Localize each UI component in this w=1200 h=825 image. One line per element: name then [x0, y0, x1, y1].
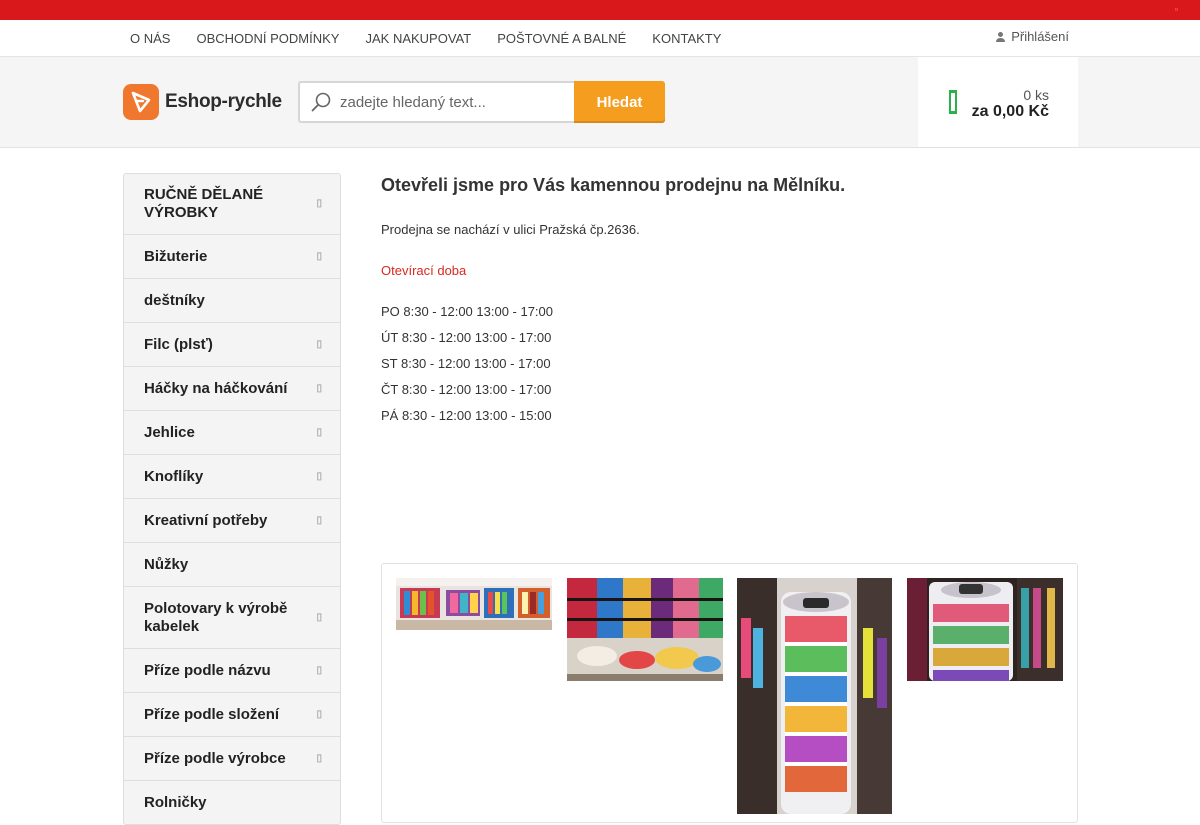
chevron-right-icon: ▯: [316, 470, 322, 482]
login-label: Přihlášení: [1011, 29, 1069, 44]
logo-icon: [123, 84, 159, 120]
sidebar-item-rucne-delane[interactable]: RUČNĚ DĚLANÉ VÝROBKY ▯: [124, 174, 340, 234]
hours-row-wednesday: ST 8:30 - 12:00 13:00 - 17:00: [381, 356, 551, 371]
sidebar-item-knofliky[interactable]: Knoflíky ▯: [124, 454, 340, 498]
user-icon: [996, 31, 1006, 42]
sidebar-item-hacky[interactable]: Háčky na háčkování ▯: [124, 366, 340, 410]
hours-row-monday: PO 8:30 - 12:00 13:00 - 17:00: [381, 304, 554, 319]
sidebar-item-jehlice[interactable]: Jehlice ▯: [124, 410, 340, 454]
logo-text: Eshop-rychle: [165, 91, 282, 112]
opening-hours-heading: Otevírací doba: [381, 263, 467, 278]
nav-item-jak-nakupovat[interactable]: JAK NAKUPOVAT: [352, 31, 484, 46]
cart-price: za 0,00 Kč: [971, 103, 1049, 120]
nav-item-kontakty[interactable]: KONTAKTY: [639, 31, 734, 46]
sidebar-item-label: RUČNĚ DĚLANÉ VÝROBKY: [144, 186, 264, 221]
chevron-right-icon: ▯: [316, 338, 322, 350]
cart-icon: [949, 90, 957, 114]
sidebar-item-label: Háčky na háčkování: [144, 380, 288, 397]
nav-item-postovne[interactable]: POŠTOVNÉ A BALNÉ: [484, 31, 639, 46]
chevron-right-icon: ▯: [316, 250, 322, 262]
chevron-right-icon: ▯: [316, 382, 322, 394]
hours-row-thursday: ČT 8:30 - 12:00 13:00 - 17:00: [381, 382, 552, 397]
sidebar-item-label: Bižuterie: [144, 248, 208, 265]
search-form: Hledat: [298, 81, 665, 123]
sidebar-item-label: Filc (plsť): [144, 336, 213, 353]
sidebar-item-label: Kreativní potřeby: [144, 512, 268, 529]
category-sidebar: RUČNĚ DĚLANÉ VÝROBKY ▯ Bižuterie ▯ deštník…: [123, 173, 341, 825]
sidebar-item-label: Rolničky: [144, 794, 207, 811]
cart-widget[interactable]: 0 ks za 0,00 Kč: [918, 57, 1078, 147]
nav-item-o-nas[interactable]: O NÁS: [117, 31, 183, 46]
site-header: Eshop-rychle Hledat 0 ks za 0,00 Kč: [0, 57, 1200, 148]
close-icon[interactable]: ▫: [1175, 4, 1178, 14]
sidebar-item-label: Nůžky: [144, 556, 189, 573]
chevron-right-icon: ▯: [316, 708, 322, 720]
sidebar-item-prize-nazev[interactable]: Příze podle názvu ▯: [124, 648, 340, 692]
logo[interactable]: Eshop-rychle: [123, 84, 282, 120]
sidebar-item-label: Polotovary k výrobě kabelek: [144, 600, 288, 635]
sidebar-item-rolnicky[interactable]: Rolničky: [124, 780, 340, 824]
search-button[interactable]: Hledat: [574, 81, 665, 123]
sidebar-item-label: Příze podle složení: [144, 706, 280, 723]
search-input[interactable]: [340, 93, 560, 111]
sidebar-item-destniky[interactable]: deštníky: [124, 278, 340, 322]
chevron-right-icon: ▯: [316, 611, 322, 623]
chevron-right-icon: ▯: [316, 752, 322, 764]
chevron-right-icon: ▯: [316, 664, 322, 676]
gallery-photo-dmc-display[interactable]: [907, 578, 1063, 681]
sidebar-item-label: Příze podle výrobce: [144, 750, 286, 767]
top-red-bar: ▫: [0, 0, 1200, 20]
sidebar-item-label: deštníky: [144, 292, 205, 309]
chevron-right-icon: ▯: [316, 198, 322, 209]
sidebar-item-polotovary[interactable]: Polotovary k výrobě kabelek ▯: [124, 586, 340, 648]
search-field: [298, 81, 574, 123]
gallery-photo-shop-interior[interactable]: [396, 578, 552, 630]
store-address-text: Prodejna se nachází v ulici Pražská čp.2…: [381, 222, 640, 237]
sidebar-item-nuzky[interactable]: Nůžky: [124, 542, 340, 586]
login-link[interactable]: Přihlášení: [996, 29, 1069, 44]
main-content: Otevřeli jsme pro Vás kamennou prodejnu …: [381, 175, 1078, 434]
hours-row-friday: PÁ 8:30 - 12:00 13:00 - 15:00: [381, 408, 552, 423]
sidebar-item-prize-vyrobce[interactable]: Příze podle výrobce ▯: [124, 736, 340, 780]
gallery-photo-yarn-shelves[interactable]: [567, 578, 723, 681]
sidebar-item-label: Knoflíky: [144, 468, 204, 485]
sidebar-item-bizuterie[interactable]: Bižuterie ▯: [124, 234, 340, 278]
opening-hours-list: PO 8:30 - 12:00 13:00 - 17:00 ÚT 8:30 - …: [381, 304, 1078, 423]
nav-menu: O NÁS OBCHODNÍ PODMÍNKY JAK NAKUPOVAT PO…: [117, 20, 734, 56]
chevron-right-icon: ▯: [316, 514, 322, 526]
page-title: Otevřeli jsme pro Vás kamennou prodejnu …: [381, 175, 846, 195]
sidebar-item-filc[interactable]: Filc (plsť) ▯: [124, 322, 340, 366]
gallery-photo-dmc-tower[interactable]: [737, 578, 893, 814]
sidebar-item-kreativni-potreby[interactable]: Kreativní potřeby ▯: [124, 498, 340, 542]
hours-row-tuesday: ÚT 8:30 - 12:00 13:00 - 17:00: [381, 330, 552, 345]
chevron-right-icon: ▯: [316, 426, 322, 438]
nav-item-obchodni-podminky[interactable]: OBCHODNÍ PODMÍNKY: [183, 31, 352, 46]
sidebar-item-label: Jehlice: [144, 424, 195, 441]
cart-quantity: 0 ks: [1023, 87, 1049, 103]
top-navigation: O NÁS OBCHODNÍ PODMÍNKY JAK NAKUPOVAT PO…: [0, 20, 1200, 57]
sidebar-item-label: Příze podle názvu: [144, 662, 271, 679]
sidebar-item-prize-slozeni[interactable]: Příze podle složení ▯: [124, 692, 340, 736]
photo-gallery: [381, 563, 1078, 823]
search-icon: [311, 92, 331, 112]
